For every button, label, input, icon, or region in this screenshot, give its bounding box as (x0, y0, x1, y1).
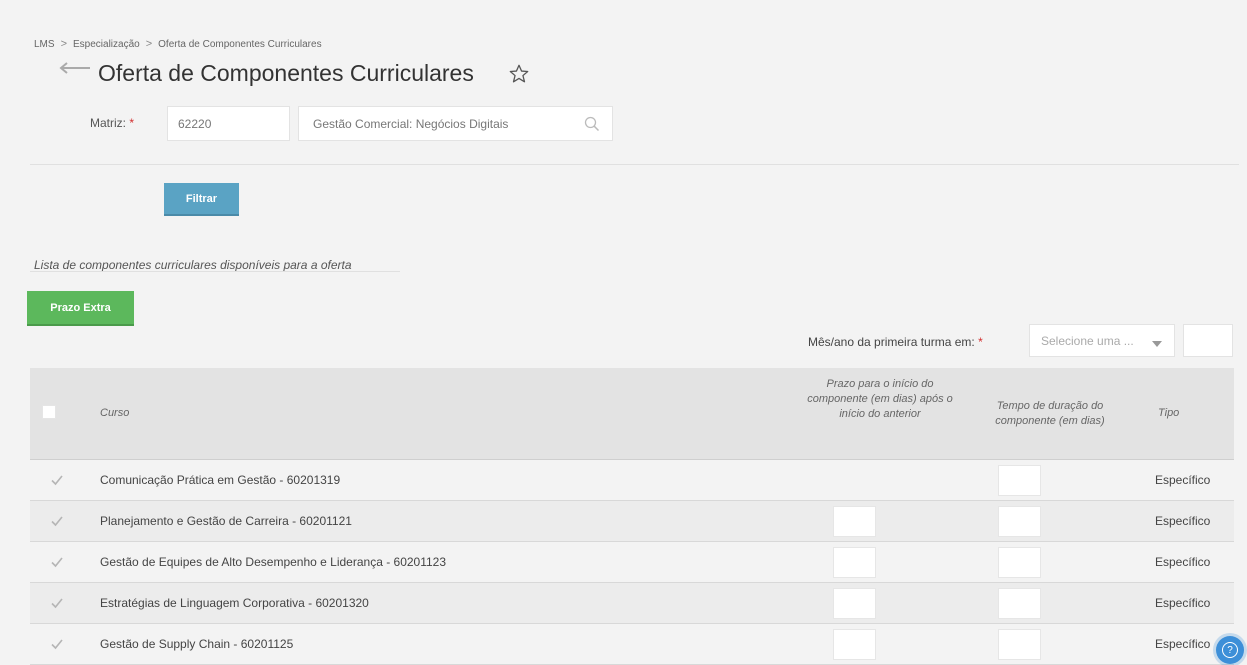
search-icon[interactable] (584, 116, 600, 132)
favorite-star-icon[interactable] (508, 63, 530, 85)
table-row: Gestão de Supply Chain - 60201125 Especí… (30, 624, 1234, 665)
breadcrumb-item-especializacao[interactable]: Especialização (73, 39, 140, 50)
header-curso: Curso (100, 407, 130, 419)
tipo-value: Específico (1155, 555, 1211, 569)
ano-input[interactable] (1183, 324, 1233, 357)
back-arrow-icon[interactable] (56, 56, 92, 80)
row-checkbox-checkmark-icon[interactable] (50, 555, 64, 569)
table-row: Estratégias de Linguagem Corporativa - 6… (30, 583, 1234, 624)
tipo-value: Específico (1155, 514, 1211, 528)
tempo-duracao-input[interactable] (998, 588, 1041, 619)
curso-name: Comunicação Prática em Gestão - 60201319 (100, 473, 341, 487)
divider (30, 164, 1239, 165)
prazo-inicio-input[interactable] (833, 629, 876, 660)
header-tipo: Tipo (1158, 407, 1180, 419)
table-row: Planejamento e Gestão de Carreira - 6020… (30, 501, 1234, 542)
header-prazo: Prazo para o início do componente (em di… (807, 378, 953, 420)
tipo-value: Específico (1155, 473, 1211, 487)
tempo-duracao-input[interactable] (998, 547, 1041, 578)
select-all-checkbox[interactable] (42, 405, 56, 419)
prazo-inicio-input[interactable] (833, 506, 876, 537)
header-tempo: Tempo de duração do componente (em dias) (995, 400, 1105, 427)
help-button[interactable]: ? (1216, 636, 1244, 664)
breadcrumb-separator: > (145, 38, 153, 50)
list-divider (30, 271, 400, 272)
mes-ano-label: Mês/ano da primeira turma em: * (808, 335, 983, 349)
breadcrumb: LMS > Especialização > Oferta de Compone… (34, 38, 322, 50)
matriz-code-input[interactable]: 62220 (167, 106, 290, 141)
tipo-value: Específico (1155, 637, 1211, 651)
breadcrumb-item-lms[interactable]: LMS (34, 39, 55, 50)
curso-name: Gestão de Equipes de Alto Desempenho e L… (100, 555, 447, 569)
matriz-name-input[interactable]: Gestão Comercial: Negócios Digitais (298, 106, 613, 141)
prazo-inicio-input[interactable] (833, 588, 876, 619)
table-row: Gestão de Equipes de Alto Desempenho e L… (30, 542, 1234, 583)
question-icon: ? (1222, 642, 1238, 658)
page-title: Oferta de Componentes Curriculares (98, 60, 474, 86)
matriz-label-text: Matriz: (90, 116, 126, 130)
breadcrumb-separator: > (60, 38, 67, 50)
list-title: Lista de componentes curriculares dispon… (34, 258, 352, 272)
required-mark: * (978, 335, 983, 349)
row-checkbox-checkmark-icon[interactable] (50, 596, 64, 610)
curso-name: Planejamento e Gestão de Carreira - 6020… (100, 514, 352, 528)
mes-ano-placeholder: Selecione uma ... (1041, 333, 1134, 348)
matriz-label: Matriz: * (90, 116, 134, 130)
required-mark: * (129, 116, 135, 130)
table-body: Comunicação Prática em Gestão - 60201319… (30, 460, 1234, 665)
tipo-value: Específico (1155, 596, 1211, 610)
table-header: Curso Prazo para o início do componente … (30, 368, 1234, 460)
mes-ano-label-text: Mês/ano da primeira turma em: (808, 335, 975, 349)
row-checkbox-checkmark-icon[interactable] (50, 473, 64, 487)
curso-name: Estratégias de Linguagem Corporativa - 6… (100, 596, 369, 610)
prazo-extra-button[interactable]: Prazo Extra (27, 291, 134, 326)
mes-ano-select[interactable]: Selecione uma ... (1029, 324, 1175, 357)
breadcrumb-item-current: Oferta de Componentes Curriculares (158, 38, 322, 50)
tempo-duracao-input[interactable] (998, 465, 1041, 496)
curso-name: Gestão de Supply Chain - 60201125 (100, 637, 294, 651)
tempo-duracao-input[interactable] (998, 506, 1041, 537)
prazo-inicio-input[interactable] (833, 547, 876, 578)
componentes-table: Curso Prazo para o início do componente … (30, 368, 1234, 665)
row-checkbox-checkmark-icon[interactable] (50, 637, 64, 651)
matriz-name-value: Gestão Comercial: Negócios Digitais (313, 116, 509, 131)
filtrar-button[interactable]: Filtrar (164, 183, 239, 216)
row-checkbox-checkmark-icon[interactable] (50, 514, 64, 528)
table-row: Comunicação Prática em Gestão - 60201319… (30, 460, 1234, 501)
caret-down-icon (1152, 337, 1162, 347)
tempo-duracao-input[interactable] (998, 629, 1041, 660)
